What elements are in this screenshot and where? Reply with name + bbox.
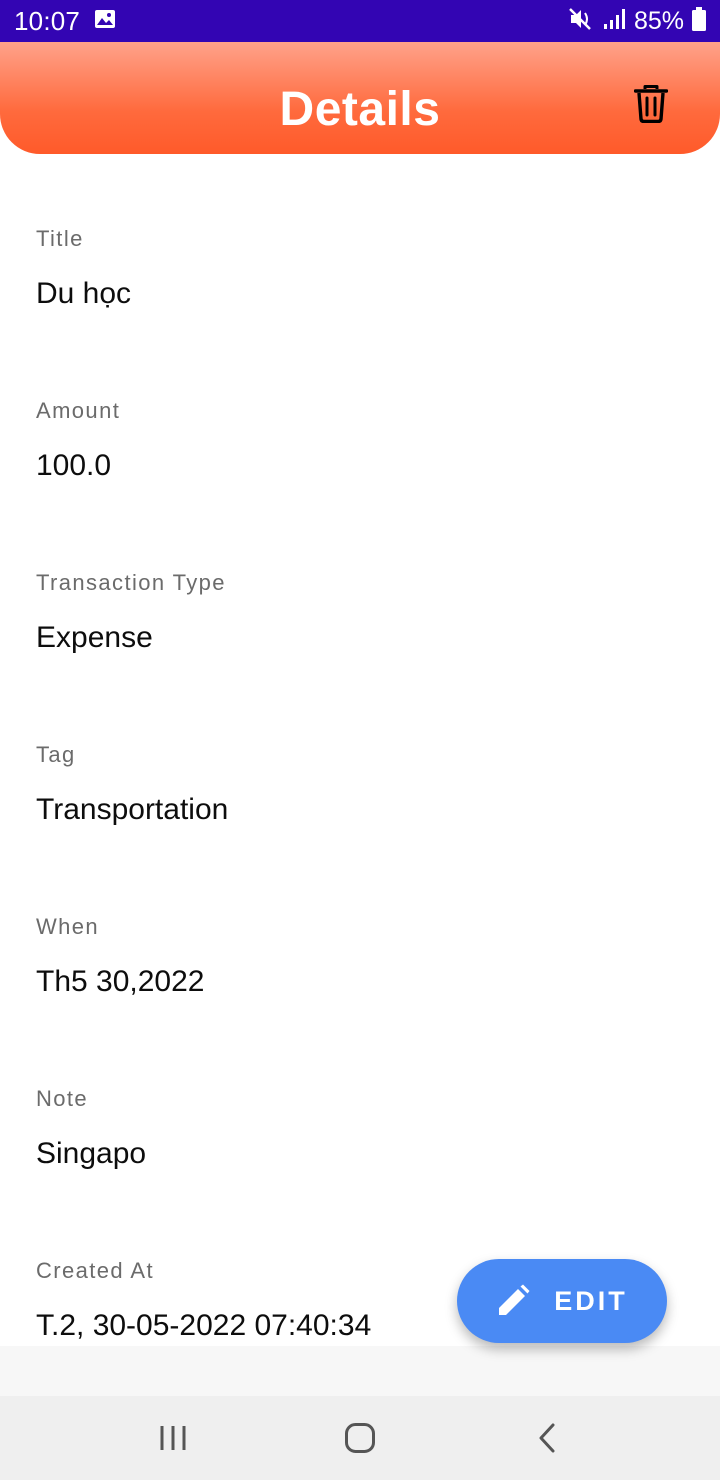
recent-apps-icon — [160, 1426, 186, 1450]
system-nav-bar — [0, 1396, 720, 1480]
battery-icon — [692, 6, 706, 36]
status-bar: 10:07 85% — [0, 0, 720, 42]
vibrate-mute-icon — [568, 7, 594, 36]
field-value: Du học — [36, 277, 132, 310]
status-time: 10:07 — [14, 5, 81, 36]
app-bar: Details — [0, 42, 720, 154]
gallery-notification-icon — [94, 9, 116, 34]
field-value: 100.0 — [36, 449, 112, 482]
recent-apps-button[interactable] — [133, 1406, 213, 1470]
field-label: Tag — [36, 742, 76, 767]
back-button[interactable] — [507, 1406, 587, 1470]
field-note: Note Singapo — [36, 1014, 696, 1186]
field-value: T.2, 30-05-2022 07:40:34 — [36, 1309, 372, 1342]
field-label: Transaction Type — [36, 570, 226, 595]
field-label: Created At — [36, 1258, 154, 1283]
home-button[interactable] — [320, 1406, 400, 1470]
status-right: 85% — [568, 6, 706, 36]
details-list: Title Du học Amount 100.0 Transaction Ty… — [36, 154, 696, 1358]
delete-button[interactable] — [627, 80, 675, 128]
home-icon — [344, 1423, 375, 1453]
status-left: 10:07 — [14, 6, 116, 37]
field-value: Th5 30,2022 — [36, 965, 205, 998]
trash-icon — [634, 85, 668, 123]
content-bottom-strip — [0, 1346, 720, 1396]
field-value: Singapo — [36, 1137, 147, 1170]
battery-percentage: 85% — [633, 6, 684, 35]
pencil-icon — [499, 1284, 530, 1315]
field-title: Title Du học — [36, 154, 696, 326]
field-label: When — [36, 914, 100, 939]
signal-icon — [602, 8, 626, 35]
field-value: Transportation — [36, 793, 229, 826]
back-icon — [539, 1423, 555, 1453]
edit-button[interactable]: EDIT — [457, 1259, 667, 1343]
field-tag: Tag Transportation — [36, 670, 696, 842]
page-title: Details — [279, 83, 441, 136]
field-transaction-type: Transaction Type Expense — [36, 498, 696, 670]
field-when: When Th5 30,2022 — [36, 842, 696, 1014]
field-label: Amount — [36, 398, 121, 423]
field-label: Title — [36, 226, 84, 251]
field-label: Note — [36, 1086, 89, 1111]
field-value: Expense — [36, 621, 153, 654]
edit-button-label: EDIT — [554, 1285, 628, 1316]
field-amount: Amount 100.0 — [36, 326, 696, 498]
